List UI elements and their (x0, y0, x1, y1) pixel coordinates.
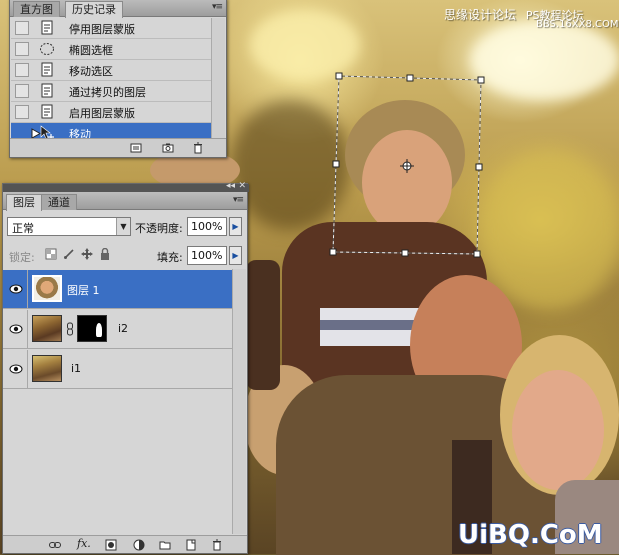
watermark-text: 思缘设计论坛 (444, 8, 517, 22)
foliage-highlight (480, 150, 619, 310)
layer-name[interactable]: i1 (71, 362, 81, 375)
fill-slider-arrow-icon[interactable]: ▶ (229, 246, 242, 265)
tab-layers[interactable]: 图层 (6, 194, 42, 211)
history-item-label: 启用图层蒙版 (69, 107, 135, 120)
lock-transparent-pixels-icon[interactable] (45, 248, 57, 260)
history-scrollbar[interactable] (211, 18, 225, 139)
link-chain-icon[interactable] (66, 322, 74, 336)
foliage-shadow (230, 100, 350, 230)
snapshot-camera-icon[interactable] (162, 142, 174, 154)
fill-label: 填充: (157, 251, 183, 264)
panel-menu-icon[interactable]: ▾≡ (212, 2, 223, 12)
tab-history[interactable]: 历史记录 (65, 1, 123, 18)
history-step-icon (41, 62, 53, 77)
history-footer (10, 138, 226, 157)
girl-face (512, 370, 604, 490)
eye-icon[interactable] (9, 322, 23, 336)
blend-opacity-row: 正常 ▼ 不透明度: 100% ▶ (3, 214, 247, 240)
opacity-label: 不透明度: (135, 222, 183, 235)
layer-row[interactable]: i1 (3, 350, 233, 389)
foliage-highlight (250, 10, 360, 80)
history-snapshot-checkbox[interactable] (15, 21, 29, 35)
mask-shape (96, 323, 102, 337)
lock-fill-row: 锁定: 填充: 100% ▶ (3, 243, 247, 269)
layer-row-selected[interactable]: 图层 1 (3, 270, 233, 309)
lock-position-icon[interactable] (81, 248, 93, 260)
history-step-icon (41, 83, 53, 98)
divider (27, 270, 28, 309)
new-document-from-state-icon[interactable] (130, 142, 142, 154)
divider (27, 310, 28, 349)
history-snapshot-checkbox[interactable] (15, 63, 29, 77)
history-item[interactable]: 椭圆选框 (11, 39, 211, 60)
history-snapshot-checkbox[interactable] (15, 84, 29, 98)
lock-label: 锁定: (9, 251, 35, 264)
tab-histogram[interactable]: 直方图 (13, 1, 60, 17)
layer-thumbnail[interactable] (32, 275, 62, 302)
watermark-logo: UiBQ.CoM (458, 520, 603, 550)
layers-scrollbar[interactable] (232, 269, 246, 534)
ellipse-marquee-icon (40, 43, 54, 55)
history-tabbar: 直方图 历史记录 ▾≡ (10, 0, 226, 18)
history-item[interactable]: 停用图层蒙版 (11, 18, 211, 39)
divider (27, 350, 28, 389)
history-snapshot-checkbox[interactable] (15, 105, 29, 119)
opacity-input[interactable]: 100% (187, 217, 227, 236)
blend-mode-value: 正常 (12, 222, 34, 235)
opacity-slider-arrow-icon[interactable]: ▶ (229, 217, 242, 236)
layer-mask-thumbnail[interactable] (77, 315, 107, 342)
layers-panel: ◂◂ ✕ 图层 通道 ▾≡ 正常 ▼ 不透明度: 100% ▶ 锁定: 填充: … (2, 181, 249, 554)
boy-face (362, 130, 452, 235)
collapse-panel-icon[interactable]: ◂◂ (226, 181, 235, 191)
eye-icon[interactable] (9, 362, 23, 376)
fill-input[interactable]: 100% (187, 246, 227, 265)
add-mask-icon[interactable] (105, 539, 117, 551)
trash-icon[interactable] (211, 539, 223, 551)
history-step-icon (41, 20, 53, 35)
watermark-url: BBS.16XX8.COM (536, 19, 619, 30)
layers-tabbar: 图层 通道 ▾≡ (3, 192, 247, 211)
history-item-label: 移动选区 (69, 65, 113, 78)
link-layers-icon[interactable] (49, 539, 61, 551)
layer-name[interactable]: i2 (118, 322, 128, 335)
new-group-folder-icon[interactable] (159, 539, 171, 551)
lock-all-icon[interactable] (99, 248, 111, 260)
history-item-label: 停用图层蒙版 (69, 23, 135, 36)
close-panel-icon[interactable]: ✕ (238, 181, 246, 191)
history-item[interactable]: 启用图层蒙版 (11, 102, 211, 123)
left-child-body (246, 260, 280, 390)
history-snapshot-checkbox[interactable] (15, 42, 29, 56)
history-panel: 直方图 历史记录 ▾≡ 停用图层蒙版 椭圆选框 移动选区 通过拷贝的图层 启用图… (9, 0, 227, 158)
adjustment-layer-icon[interactable] (133, 539, 145, 551)
history-item-label: 通过拷贝的图层 (69, 86, 146, 99)
history-item-label: 椭圆选框 (69, 44, 113, 57)
layer-name[interactable]: 图层 1 (67, 282, 100, 298)
panel-titlebar[interactable]: ◂◂ ✕ (3, 181, 249, 192)
eye-icon[interactable] (9, 282, 23, 296)
layers-footer: fx. (3, 535, 247, 553)
layer-style-fx-icon[interactable]: fx. (77, 537, 91, 550)
blend-mode-select[interactable]: 正常 ▼ (7, 217, 131, 236)
tab-channels[interactable]: 通道 (41, 194, 77, 210)
history-item[interactable]: 移动选区 (11, 60, 211, 81)
history-item[interactable]: 通过拷贝的图层 (11, 81, 211, 102)
panel-menu-icon[interactable]: ▾≡ (233, 195, 244, 205)
new-layer-icon[interactable] (185, 539, 197, 551)
trash-icon[interactable] (192, 142, 204, 154)
layer-thumbnail[interactable] (32, 315, 62, 342)
foliage-highlight (470, 20, 619, 100)
layer-row[interactable]: i2 (3, 310, 233, 349)
lock-image-pixels-icon[interactable] (63, 248, 75, 260)
layers-list-empty-area[interactable] (3, 389, 233, 534)
layer-thumbnail[interactable] (32, 355, 62, 382)
history-step-icon (41, 104, 53, 119)
chevron-down-icon[interactable]: ▼ (116, 218, 130, 235)
